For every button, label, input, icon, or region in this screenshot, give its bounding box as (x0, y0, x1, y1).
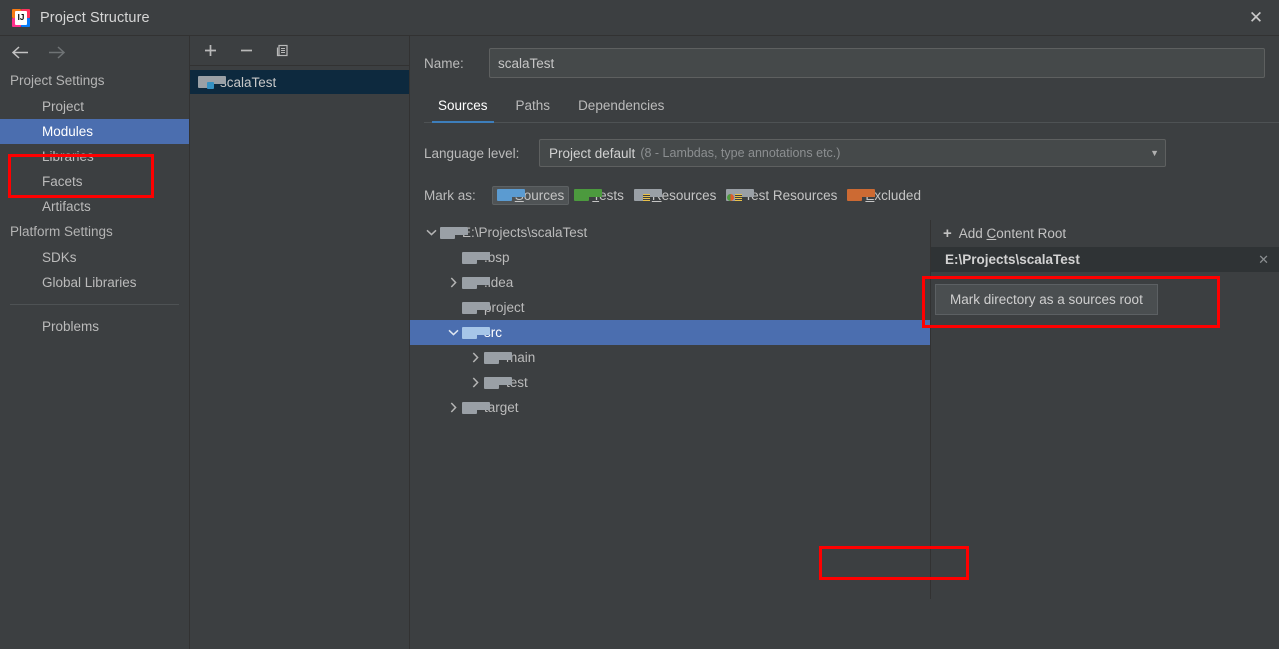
test-resources-folder-icon (726, 189, 755, 202)
chevron-down-icon[interactable] (444, 329, 462, 336)
close-icon[interactable]: ✕ (1258, 252, 1269, 268)
table-row[interactable]: target (410, 395, 930, 420)
sidebar-item-artifacts[interactable]: Artifacts (0, 194, 189, 219)
sources-folder-icon (496, 189, 525, 201)
add-content-root-mnemonic: C (986, 226, 997, 241)
folder-grey-icon (462, 251, 490, 264)
tab-paths[interactable]: Paths (502, 98, 565, 122)
content-roots-panel: + Add Content Root E:\Projects\scalaTest… (930, 220, 1279, 599)
folder-grey-icon (484, 376, 512, 389)
language-level-hint: (8 - Lambdas, type annotations etc.) (640, 146, 841, 160)
folder-grey-icon (462, 301, 490, 314)
language-level-select[interactable]: Project default (8 - Lambdas, type annot… (539, 139, 1166, 167)
tab-dependencies[interactable]: Dependencies (564, 98, 678, 122)
close-icon[interactable]: ✕ (1233, 0, 1279, 35)
folder-lightblue-icon (462, 326, 490, 339)
mark-as-resources-label: esources (661, 187, 717, 203)
sidebar-item-modules[interactable]: Modules (0, 119, 189, 144)
sidebar-item-problems[interactable]: Problems (0, 314, 189, 339)
mark-as-test-resources-button[interactable]: Test Resources (721, 186, 842, 205)
mark-as-excluded-button[interactable]: Excluded (842, 186, 926, 205)
mark-as-test-resources-label: Test Resources (744, 187, 838, 203)
sidebar-item-sdks[interactable]: SDKs (0, 245, 189, 270)
tree-item-label: E:\Projects\scalaTest (462, 225, 588, 240)
name-input[interactable] (489, 48, 1265, 78)
name-label: Name: (424, 55, 464, 71)
folder-grey-icon (462, 401, 490, 414)
content-root-path: E:\Projects\scalaTest (945, 252, 1080, 267)
folder-grey-icon (440, 226, 468, 239)
chevron-right-icon[interactable] (466, 352, 484, 363)
copy-module-button[interactable] (272, 41, 292, 61)
tests-folder-icon (574, 189, 603, 201)
add-content-root-label-suffix: ontent Root (996, 226, 1067, 241)
plus-icon: + (943, 225, 952, 242)
mark-as-sources-button[interactable]: Sources (491, 185, 570, 205)
nav-group-project-settings: Project Settings Project Modules Librari… (0, 68, 189, 219)
folder-grey-icon (462, 276, 490, 289)
sidebar-item-facets[interactable]: Facets (0, 169, 189, 194)
folder-grey-icon (484, 351, 512, 364)
remove-module-button[interactable] (236, 41, 256, 61)
sidebar-divider (10, 304, 179, 305)
mark-as-toolbar: Mark as: Sources Tests Resources Test Re… (424, 184, 1279, 206)
list-item-label: scalaTest (220, 74, 277, 90)
title-bar: IJ Project Structure ✕ (0, 0, 1279, 36)
tab-sources[interactable]: Sources (424, 98, 502, 123)
resources-folder-icon (633, 189, 662, 202)
tree-item-label: project (484, 300, 525, 315)
mark-as-label: Mark as: (424, 187, 476, 203)
nav-group-platform-settings: Platform Settings SDKs Global Libraries (0, 219, 189, 295)
nav-arrows (0, 36, 189, 68)
table-row[interactable]: E:\Projects\scalaTest (410, 220, 930, 245)
add-module-button[interactable] (200, 41, 220, 61)
module-folder-icon (198, 76, 226, 89)
chevron-right-icon[interactable] (444, 277, 462, 288)
detail-tabs: Sources Paths Dependencies (424, 92, 1279, 123)
back-arrow-icon[interactable] (10, 43, 30, 61)
sidebar-item-global-libraries[interactable]: Global Libraries (0, 270, 189, 295)
modules-list: scalaTest (190, 66, 409, 94)
table-row[interactable]: .bsp (410, 245, 930, 270)
nav-group-title: Project Settings (10, 73, 105, 88)
mark-as-excluded-label: xcluded (874, 187, 921, 203)
module-detail-panel: Name: Sources Paths Dependencies Languag… (410, 36, 1279, 649)
mark-as-resources-button[interactable]: Resources (629, 186, 722, 205)
dialog-body: Project Settings Project Modules Librari… (0, 36, 1279, 649)
mark-as-sources-label: ources (523, 187, 565, 203)
chevron-right-icon[interactable] (466, 377, 484, 388)
forward-arrow-icon[interactable] (46, 43, 66, 61)
name-row: Name: (424, 48, 1265, 78)
content-split: E:\Projects\scalaTest .bsp .idea project… (410, 220, 1279, 599)
content-root-row[interactable]: E:\Projects\scalaTest ✕ (931, 247, 1279, 272)
mark-as-tests-label: ests (599, 187, 624, 203)
chevron-down-icon: ▼ (1150, 147, 1159, 158)
language-level-label: Language level: (424, 145, 520, 161)
modules-toolbar (190, 36, 409, 66)
nav-group-title: Platform Settings (10, 224, 113, 239)
sidebar-item-project[interactable]: Project (0, 94, 189, 119)
chevron-right-icon[interactable] (444, 402, 462, 413)
table-row[interactable]: project (410, 295, 930, 320)
modules-list-panel: scalaTest (190, 36, 410, 649)
table-row[interactable]: main (410, 345, 930, 370)
table-row[interactable]: test (410, 370, 930, 395)
intellij-idea-icon: IJ (12, 8, 30, 27)
add-content-root-button[interactable]: + Add Content Root (931, 220, 1279, 247)
list-item[interactable]: scalaTest (190, 70, 409, 94)
settings-sidebar: Project Settings Project Modules Librari… (0, 36, 190, 649)
chevron-down-icon[interactable] (422, 229, 440, 236)
table-row[interactable]: src (410, 320, 930, 345)
tooltip: Mark directory as a sources root (935, 284, 1158, 315)
language-level-row: Language level: Project default (8 - Lam… (424, 139, 1166, 167)
directory-tree: E:\Projects\scalaTest .bsp .idea project… (410, 220, 969, 599)
mark-as-tests-button[interactable]: Tests (569, 186, 629, 205)
page-title: Project Structure (40, 9, 150, 26)
sidebar-item-libraries[interactable]: Libraries (0, 144, 189, 169)
language-level-value: Project default (549, 145, 636, 161)
excluded-folder-icon (847, 189, 876, 201)
add-content-root-label-prefix: Add (958, 226, 987, 241)
table-row[interactable]: .idea (410, 270, 930, 295)
